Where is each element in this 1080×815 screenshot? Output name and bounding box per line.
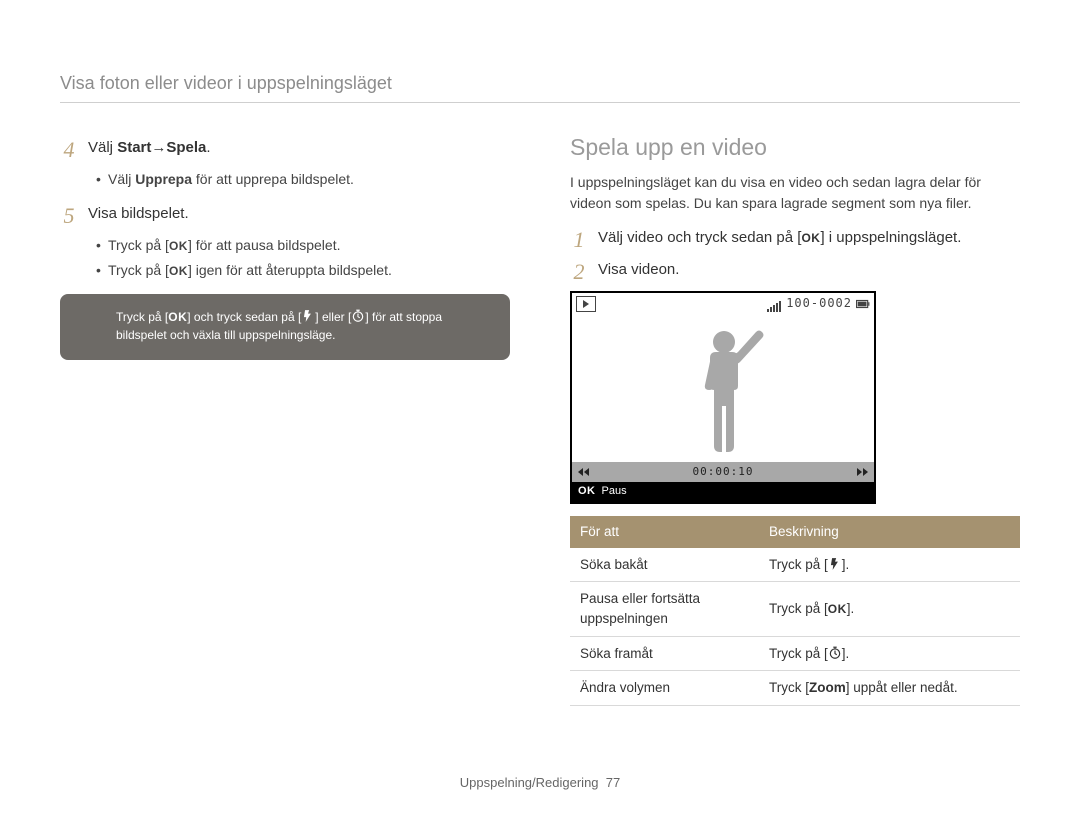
counter-label: 100-0002	[786, 295, 852, 312]
table-row: Ändra volymenTryck [Zoom] uppåt eller ne…	[570, 671, 1020, 706]
video-progress-bar: 00:00:10	[572, 462, 874, 482]
video-status-bar: 100-0002	[572, 293, 874, 312]
text: Tryck på [	[116, 310, 168, 324]
controls-table: För att Beskrivning Söka bakåtTryck på […	[570, 516, 1020, 705]
flash-icon	[301, 309, 315, 323]
table-cell: Pausa eller fortsätta uppspelningen	[570, 582, 759, 636]
rewind-icon	[578, 468, 589, 476]
text: Tryck på [	[108, 262, 169, 278]
step-number: 2	[570, 259, 588, 283]
signal-icon	[767, 295, 782, 312]
table-cell: Tryck på [].	[759, 636, 1020, 671]
table-cell: Söka bakåt	[570, 548, 759, 582]
ok-icon: OK	[578, 484, 596, 500]
ok-icon: OK	[828, 601, 847, 618]
text: Välj video och tryck sedan på [	[598, 229, 801, 246]
battery-icon	[856, 297, 870, 311]
text: .	[206, 139, 210, 156]
step-5-bullets: Tryck på [OK] för att pausa bildspelet. …	[96, 235, 510, 280]
table-row: Pausa eller fortsätta uppspelningenTryck…	[570, 582, 1020, 636]
section-title: Spela upp en video	[570, 131, 1020, 164]
flash-icon	[828, 557, 842, 571]
table-header: Beskrivning	[759, 516, 1020, 548]
table-row: Söka bakåtTryck på [].	[570, 548, 1020, 582]
text: Välj	[88, 139, 117, 156]
table-row: Söka framåtTryck på [].	[570, 636, 1020, 671]
section-intro: I uppspelningsläget kan du visa en video…	[570, 172, 1020, 213]
right-column: Spela upp en video I uppspelningsläget k…	[570, 131, 1020, 706]
table-header: För att	[570, 516, 759, 548]
table-cell: Tryck på [OK].	[759, 582, 1020, 636]
video-preview: 100-0002 00:00:10	[570, 291, 876, 504]
text: ] och tryck sedan på [	[187, 310, 301, 324]
ok-icon: OK	[169, 238, 188, 255]
bold-text: Upprepa	[135, 171, 192, 187]
step-text: Välj Start → Spela.	[88, 137, 510, 161]
arrow-icon: →	[151, 137, 166, 159]
footer-label: Uppspelning/Redigering	[460, 775, 599, 790]
step-4-bullets: Välj Upprepa för att upprepa bildspelet.	[96, 169, 510, 189]
timecode: 00:00:10	[693, 464, 754, 480]
table-cell: Tryck [Zoom] uppåt eller nedåt.	[759, 671, 1020, 706]
step-2: 2 Visa videon.	[570, 259, 1020, 283]
list-item: Tryck på [OK] igen för att återuppta bil…	[96, 260, 510, 280]
step-number: 4	[60, 137, 78, 161]
text: Tryck på [	[108, 237, 169, 253]
bold-text: Spela	[166, 139, 206, 156]
page-number: 77	[606, 775, 620, 790]
timer-icon	[828, 646, 842, 660]
text: för att upprepa bildspelet.	[192, 171, 354, 187]
ok-icon: OK	[168, 308, 187, 326]
text: ] i uppspelningsläget.	[820, 229, 961, 246]
play-mode-icon	[576, 296, 596, 312]
list-item: Välj Upprepa för att upprepa bildspelet.	[96, 169, 510, 189]
table-cell: Söka framåt	[570, 636, 759, 671]
text: ] eller [	[315, 310, 351, 324]
text: ] igen för att återuppta bildspelet.	[188, 262, 392, 278]
note-box: Tryck på [OK] och tryck sedan på [ ] elle…	[60, 294, 510, 360]
step-number: 5	[60, 203, 78, 227]
step-text: Visa bildspelet.	[88, 203, 510, 227]
ok-icon: OK	[169, 263, 188, 280]
step-5: 5 Visa bildspelet.	[60, 203, 510, 227]
timer-icon	[351, 309, 365, 323]
step-4: 4 Välj Start → Spela.	[60, 137, 510, 161]
step-text: Visa videon.	[598, 259, 1020, 283]
pause-label: Paus	[602, 484, 627, 500]
table-cell: Tryck på [].	[759, 548, 1020, 582]
step-1: 1 Välj video och tryck sedan på [OK] i u…	[570, 227, 1020, 251]
page-header: Visa foton eller videor i uppspelningslä…	[60, 70, 1020, 103]
bold-text: Start	[117, 139, 151, 156]
table-cell: Ändra volymen	[570, 671, 759, 706]
text: ] för att pausa bildspelet.	[188, 237, 341, 253]
forward-icon	[857, 468, 868, 476]
text: Välj	[108, 171, 135, 187]
video-canvas	[572, 312, 874, 462]
step-text: Välj video och tryck sedan på [OK] i upp…	[598, 227, 1020, 251]
ok-icon: OK	[801, 230, 820, 247]
step-number: 1	[570, 227, 588, 251]
list-item: Tryck på [OK] för att pausa bildspelet.	[96, 235, 510, 255]
video-footer: OK Paus	[572, 482, 874, 502]
left-column: 4 Välj Start → Spela. Välj Upprepa för a…	[60, 131, 510, 706]
page-footer: Uppspelning/Redigering 77	[0, 774, 1080, 793]
person-silhouette-icon	[678, 322, 768, 462]
